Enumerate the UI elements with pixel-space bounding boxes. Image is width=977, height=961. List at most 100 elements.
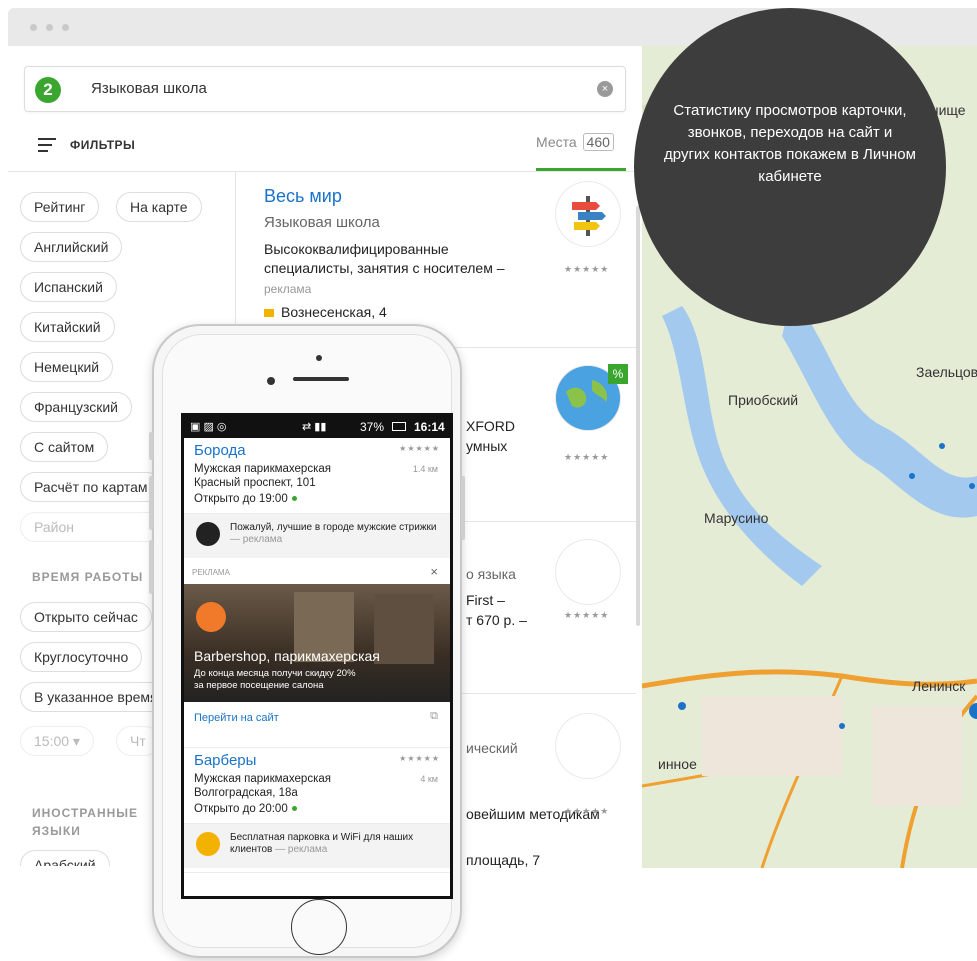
filter-chip-arabic[interactable]: Арабский <box>20 850 110 866</box>
place-hours-text: Открыто до 19:00 <box>194 493 288 505</box>
filter-chip-chinese[interactable]: Китайский <box>20 312 115 342</box>
results-scrollbar[interactable] <box>636 206 640 626</box>
filter-chip-24h[interactable]: Круглосуточно <box>20 642 143 672</box>
promo-text-body: Пожалуй, лучшие в городе мужские стрижки <box>230 522 437 533</box>
result-snippet: XFORD <box>466 418 515 434</box>
filter-icon[interactable] <box>38 138 56 152</box>
ad-label: реклама <box>264 282 312 296</box>
ad-close-icon[interactable]: × <box>430 564 438 579</box>
filters-button[interactable]: ФИЛЬТРЫ <box>70 138 135 152</box>
crown-icon <box>264 309 274 317</box>
window-dot-icon <box>62 24 69 31</box>
notification-icons: ▣ ▨ ◎ <box>190 421 227 433</box>
place-address: Волгоградская, 18а <box>194 787 298 799</box>
filter-chip-card-payment[interactable]: Расчёт по картам <box>20 472 162 502</box>
hours-section-title: ВРЕМЯ РАБОТЫ <box>32 570 144 584</box>
places-count-badge: 460 <box>582 133 614 151</box>
filter-chip-french[interactable]: Французский <box>20 392 132 422</box>
battery-level: 37% <box>360 420 385 434</box>
stats-callout: Статистику просмотров карточки, звонков,… <box>634 8 946 326</box>
place-type: Мужская парикмахерская <box>194 773 331 785</box>
filter-chip-german[interactable]: Немецкий <box>20 352 114 382</box>
phone-volume-up <box>149 476 153 530</box>
phone-mockup: ▣ ▨ ◎ ⇄ ▮▮ 37% 16:14 Борода ★★★★★ Мужска… <box>149 324 465 958</box>
map-label: инное <box>658 756 697 772</box>
promo-row: Пожалуй, лучшие в городе мужские стрижки… <box>184 514 450 558</box>
ad-link-button[interactable]: Перейти на сайт <box>194 712 279 724</box>
result-logo-icon <box>556 714 620 778</box>
external-link-icon[interactable]: ⧉ <box>430 710 438 723</box>
promo-text: Пожалуй, лучшие в городе мужские стрижки… <box>230 522 440 546</box>
result-title[interactable]: Весь мир <box>264 186 342 207</box>
promo-ad-label: — реклама <box>230 534 283 545</box>
barber-avatar-icon <box>196 522 220 546</box>
result-snippet: о языка <box>466 566 516 582</box>
phone-mute-switch <box>149 432 153 460</box>
place-hours-text: Открыто до 20:00 <box>194 803 288 815</box>
place-distance: 4 км <box>420 774 438 784</box>
list-item[interactable]: Барберы ★★★★★ Мужская парикмахерская 4 к… <box>184 748 450 824</box>
place-title[interactable]: Барберы <box>194 752 256 769</box>
phone-speaker <box>293 377 349 381</box>
phone-camera <box>267 377 275 385</box>
signpost-logo-icon <box>556 182 620 246</box>
ad-text: До конца месяца получи скидку 20% <box>194 668 356 679</box>
ad-label: РЕКЛАМА <box>192 568 230 577</box>
tab-places[interactable]: Места 460 <box>536 133 614 151</box>
filter-chip-rating[interactable]: Рейтинг <box>20 192 100 222</box>
result-snippet: умных <box>466 438 508 454</box>
discount-badge: % <box>608 364 628 384</box>
list-item[interactable]: Борода ★★★★★ Мужская парикмахерская 1.4 … <box>184 438 450 514</box>
filter-chip-specified-time[interactable]: В указанное время <box>20 682 172 712</box>
place-type: Мужская парикмахерская <box>194 463 331 475</box>
filter-chip-open-now[interactable]: Открыто сейчас <box>20 602 152 632</box>
result-category: Языковая школа <box>264 214 380 231</box>
result-snippet: First – <box>466 592 505 608</box>
result-snippet: т 670 р. – <box>466 612 527 628</box>
list-item[interactable] <box>184 872 450 896</box>
result-snippet: площадь, 7 <box>466 852 541 868</box>
phone-front: ▣ ▨ ◎ ⇄ ▮▮ 37% 16:14 Борода ★★★★★ Мужска… <box>162 334 453 955</box>
filter-chip-english[interactable]: Английский <box>20 232 123 262</box>
promo-text: Бесплатная парковка и WiFi для наших кли… <box>230 832 440 856</box>
rating-stars: ★★★★★ <box>399 444 440 453</box>
time-select-value: 15:00 <box>34 733 70 749</box>
ad-banner-image[interactable]: Barbershop, парикмахерская До конца меся… <box>184 584 450 702</box>
filter-chip-on-map[interactable]: На карте <box>116 192 202 222</box>
place-title[interactable]: Борода <box>194 442 246 459</box>
phone-volume-down <box>149 540 153 594</box>
result-address-text: Вознесенская, 4 <box>281 304 387 320</box>
phone-screen: ▣ ▨ ◎ ⇄ ▮▮ 37% 16:14 Борода ★★★★★ Мужска… <box>181 413 453 899</box>
ad-text: за первое посещение салона <box>194 680 324 691</box>
map-label: Ленинск <box>912 678 966 694</box>
map-label: Заельцов <box>916 364 977 380</box>
2gis-logo-icon: 2 <box>35 77 61 103</box>
result-description: Высококвалифицированные специалисты, зан… <box>264 241 505 276</box>
window-dot-icon <box>30 24 37 31</box>
clear-search-icon[interactable]: × <box>597 81 613 97</box>
filter-chip-spanish[interactable]: Испанский <box>20 272 117 302</box>
open-indicator-icon <box>291 806 297 812</box>
ad-block[interactable]: РЕКЛАМА × Barbershop, парикмахерская До … <box>184 562 450 748</box>
place-hours: Открыто до 19:00 <box>194 492 297 506</box>
rating-stars: ★★★★★ <box>564 806 610 816</box>
parking-avatar-icon <box>196 832 220 856</box>
stats-callout-text: Статистику просмотров карточки, звонков,… <box>664 102 916 185</box>
map-label: Приобский <box>728 392 799 408</box>
ad-title: Barbershop, парикмахерская <box>194 648 380 664</box>
barbershop-logo-icon <box>196 602 226 632</box>
window-dot-icon <box>46 24 53 31</box>
rating-stars: ★★★★★ <box>564 264 610 274</box>
search-bar[interactable]: 2 Языковая школа × <box>24 66 626 112</box>
open-indicator-icon <box>291 496 297 502</box>
rating-stars: ★★★★★ <box>399 754 440 763</box>
district-select[interactable]: Район <box>20 512 170 542</box>
languages-section-title: ИНОСТРАННЫЕ ЯЗЫКИ <box>32 806 139 838</box>
result-card[interactable]: Весь мир Языковая школа Высококвалифицир… <box>236 172 636 348</box>
battery-icon <box>392 422 406 431</box>
home-button[interactable] <box>291 899 347 955</box>
filter-chip-with-site[interactable]: С сайтом <box>20 432 109 462</box>
time-select[interactable]: 15:00 ▾ <box>20 726 94 756</box>
search-input[interactable]: Языковая школа <box>91 80 207 97</box>
tab-places-label: Места <box>536 134 577 150</box>
